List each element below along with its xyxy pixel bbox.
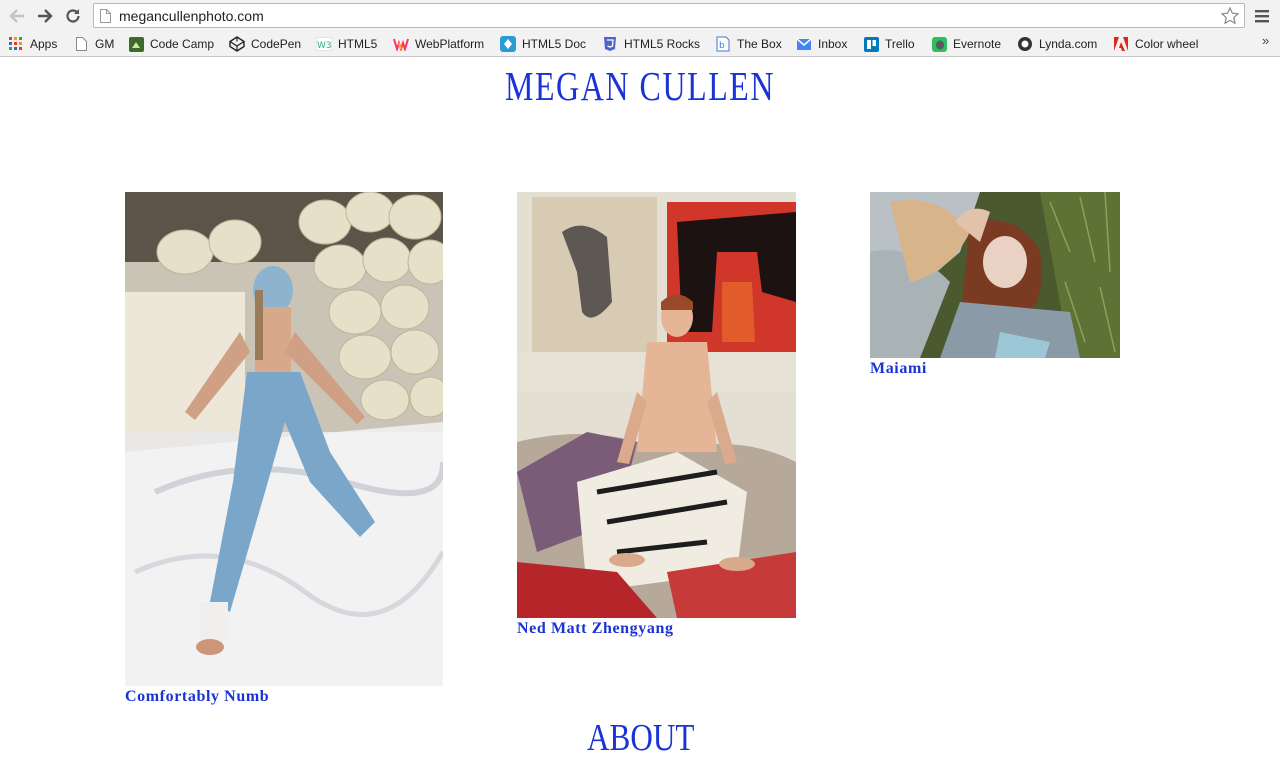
bookmark-star-icon[interactable] (1220, 6, 1240, 26)
bookmark-label: Code Camp (150, 37, 215, 51)
portfolio-item[interactable]: Ned Matt Zhengyang (517, 192, 796, 638)
bookmark-label: Apps (30, 37, 58, 51)
reload-icon (66, 9, 80, 23)
adobe-icon (1113, 36, 1129, 52)
trello-icon (863, 36, 879, 52)
bookmark-label: HTML5 (338, 37, 378, 51)
bookmark-html5[interactable]: W3 HTML5 (316, 35, 377, 53)
portfolio-caption[interactable]: Maiami (870, 360, 1120, 378)
site-title[interactable]: MEGAN CULLEN (141, 62, 1139, 110)
url-text: megancullenphoto.com (119, 8, 264, 24)
codepen-icon (229, 36, 245, 52)
bookmark-label: HTML5 Doc (522, 37, 587, 51)
bookmark-code-camp[interactable]: Code Camp (128, 35, 214, 53)
forward-button[interactable] (34, 5, 56, 27)
bookmark-label: Lynda.com (1039, 37, 1098, 51)
portfolio-item[interactable]: Comfortably Numb (125, 192, 443, 706)
html5-shield-icon (602, 36, 618, 52)
back-arrow-icon (9, 9, 24, 23)
inbox-icon (796, 36, 812, 52)
portfolio-caption[interactable]: Comfortably Numb (125, 688, 443, 706)
page-icon (100, 9, 111, 23)
portfolio-item[interactable]: Maiami (870, 192, 1120, 378)
bookmark-html5-rocks[interactable]: HTML5 Rocks (602, 35, 700, 53)
menu-icon[interactable] (1253, 7, 1271, 25)
portfolio-caption[interactable]: Ned Matt Zhengyang (517, 620, 796, 638)
photo-comfortably-numb (125, 192, 443, 686)
bookmark-apps[interactable]: Apps (8, 35, 57, 53)
bookmark-label: WebPlatform (415, 37, 485, 51)
bookmark-label: GM (95, 37, 115, 51)
svg-text:b: b (719, 41, 725, 51)
portfolio-photo[interactable] (517, 192, 796, 618)
bookmark-lynda[interactable]: Lynda.com (1017, 35, 1097, 53)
bookmark-label: The Box (737, 37, 782, 51)
reload-button[interactable] (62, 5, 84, 27)
bookmark-color-wheel[interactable]: Color wheel (1113, 35, 1198, 53)
about-link[interactable]: ABOUT (116, 716, 1166, 760)
box-icon: b (715, 36, 731, 52)
webplatform-icon (393, 36, 409, 52)
bookmark-label: Inbox (818, 37, 848, 51)
bookmark-evernote[interactable]: Evernote (931, 35, 1001, 53)
bookmark-the-box[interactable]: b The Box (715, 35, 782, 53)
bookmark-gm[interactable]: GM (73, 35, 114, 53)
browser-toolbar: megancullenphoto.com (0, 0, 1280, 31)
html5-doc-icon (500, 36, 516, 52)
bookmark-label: Evernote (953, 37, 1002, 51)
w3schools-icon: W3 (316, 36, 332, 52)
bookmark-label: Trello (885, 37, 915, 51)
bookmark-label: HTML5 Rocks (624, 37, 701, 51)
lynda-icon (1017, 36, 1033, 52)
address-bar[interactable]: megancullenphoto.com (93, 3, 1245, 28)
bookmark-inbox[interactable]: Inbox (796, 35, 847, 53)
photo-ned-matt-zhengyang (517, 192, 796, 618)
browser-chrome: megancullenphoto.com Apps GM Code Camp C… (0, 0, 1280, 57)
portfolio-photo[interactable] (125, 192, 443, 686)
bookmark-webplatform[interactable]: WebPlatform (393, 35, 484, 53)
bookmarks-bar: Apps GM Code Camp CodePen W3 HTML5 WebPl… (0, 31, 1280, 56)
svg-text:W3: W3 (317, 41, 332, 51)
bookmark-html5-doc[interactable]: HTML5 Doc (500, 35, 586, 53)
photo-maiami (870, 192, 1120, 358)
evernote-icon (931, 36, 947, 52)
forward-arrow-icon (38, 9, 53, 23)
bookmark-label: Color wheel (1135, 37, 1199, 51)
code-camp-icon (128, 36, 144, 52)
portfolio-photo[interactable] (870, 192, 1120, 358)
bookmark-label: CodePen (251, 37, 302, 51)
page-icon (73, 36, 89, 52)
apps-grid-icon (8, 36, 24, 52)
back-button[interactable] (6, 5, 28, 27)
bookmark-trello[interactable]: Trello (863, 35, 915, 53)
bookmarks-overflow-chevron[interactable]: » (1262, 33, 1269, 48)
bookmark-codepen[interactable]: CodePen (229, 35, 301, 53)
